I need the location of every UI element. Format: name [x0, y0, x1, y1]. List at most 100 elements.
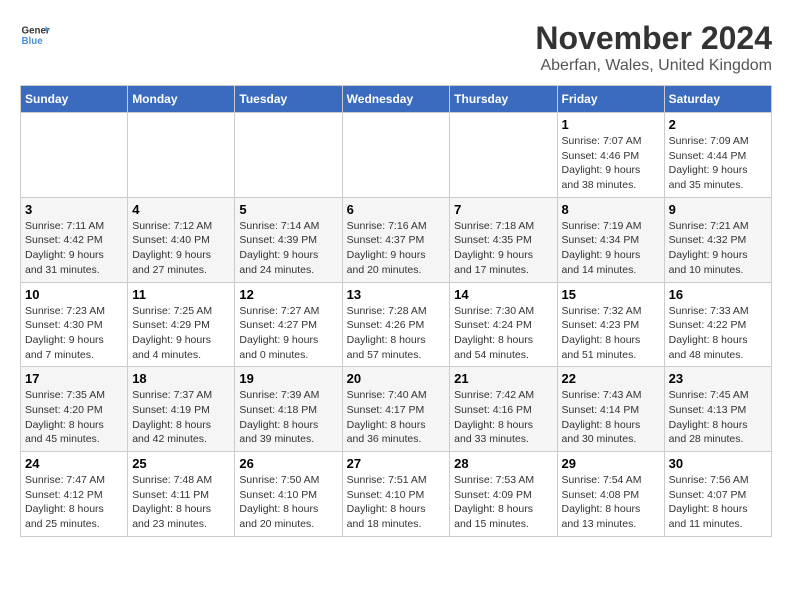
day-info: Sunrise: 7:48 AM Sunset: 4:11 PM Dayligh…	[132, 473, 230, 532]
week-row-3: 10Sunrise: 7:23 AM Sunset: 4:30 PM Dayli…	[21, 282, 772, 367]
day-cell: 12 Sunrise: 7:27 AM Sunset: 4:27 PM Dayli…	[235, 282, 342, 367]
day-info: Sunrise: 7:09 AM Sunset: 4:44 PM Dayligh…	[669, 134, 767, 193]
day-cell: 4Sunrise: 7:12 AM Sunset: 4:40 PM Daylig…	[128, 197, 235, 282]
weekday-header-tuesday: Tuesday	[235, 86, 342, 113]
day-cell	[128, 113, 235, 198]
day-number: 6	[347, 202, 446, 217]
page-header: General Blue November 2024 Aberfan, Wale…	[20, 20, 772, 75]
day-number: 8	[562, 202, 660, 217]
logo-icon: General Blue	[20, 20, 50, 50]
day-info: Sunrise: 7:51 AM Sunset: 4:10 PM Dayligh…	[347, 473, 446, 532]
day-cell	[342, 113, 450, 198]
week-row-4: 17 Sunrise: 7:35 AM Sunset: 4:20 PM Dayli…	[21, 367, 772, 452]
day-cell: 24Sunrise: 7:47 AM Sunset: 4:12 PM Dayli…	[21, 452, 128, 537]
day-info: Sunrise: 7:47 AM Sunset: 4:12 PM Dayligh…	[25, 473, 123, 532]
title-section: November 2024 Aberfan, Wales, United Kin…	[535, 20, 772, 75]
week-row-2: 3 Sunrise: 7:11 AM Sunset: 4:42 PM Daylig…	[21, 197, 772, 282]
day-cell: 29 Sunrise: 7:54 AM Sunset: 4:08 PM Dayli…	[557, 452, 664, 537]
day-cell: 20 Sunrise: 7:40 AM Sunset: 4:17 PM Dayli…	[342, 367, 450, 452]
day-cell: 17 Sunrise: 7:35 AM Sunset: 4:20 PM Dayli…	[21, 367, 128, 452]
day-cell: 21 Sunrise: 7:42 AM Sunset: 4:16 PM Dayli…	[450, 367, 557, 452]
day-cell: 1 Sunrise: 7:07 AM Sunset: 4:46 PM Daylig…	[557, 113, 664, 198]
day-number: 9	[669, 202, 767, 217]
day-cell: 5 Sunrise: 7:14 AM Sunset: 4:39 PM Daylig…	[235, 197, 342, 282]
day-cell	[21, 113, 128, 198]
day-cell: 30 Sunrise: 7:56 AM Sunset: 4:07 PM Dayli…	[664, 452, 771, 537]
day-number: 17	[25, 371, 123, 386]
day-number: 11	[132, 287, 230, 302]
day-info: Sunrise: 7:40 AM Sunset: 4:17 PM Dayligh…	[347, 388, 446, 447]
day-number: 5	[239, 202, 337, 217]
day-cell: 23Sunrise: 7:45 AM Sunset: 4:13 PM Dayli…	[664, 367, 771, 452]
logo: General Blue	[20, 20, 52, 50]
day-info: Sunrise: 7:35 AM Sunset: 4:20 PM Dayligh…	[25, 388, 123, 447]
day-number: 1	[562, 117, 660, 132]
weekday-header-thursday: Thursday	[450, 86, 557, 113]
day-cell: 11Sunrise: 7:25 AM Sunset: 4:29 PM Dayli…	[128, 282, 235, 367]
day-number: 22	[562, 371, 660, 386]
day-cell: 15 Sunrise: 7:32 AM Sunset: 4:23 PM Dayli…	[557, 282, 664, 367]
day-cell: 2 Sunrise: 7:09 AM Sunset: 4:44 PM Daylig…	[664, 113, 771, 198]
day-cell	[235, 113, 342, 198]
day-info: Sunrise: 7:45 AM Sunset: 4:13 PM Dayligh…	[669, 388, 767, 447]
day-cell: 3 Sunrise: 7:11 AM Sunset: 4:42 PM Daylig…	[21, 197, 128, 282]
day-info: Sunrise: 7:11 AM Sunset: 4:42 PM Dayligh…	[25, 219, 123, 278]
day-info: Sunrise: 7:28 AM Sunset: 4:26 PM Dayligh…	[347, 304, 446, 363]
svg-text:Blue: Blue	[22, 36, 44, 47]
day-number: 20	[347, 371, 446, 386]
day-number: 29	[562, 456, 660, 471]
day-info: Sunrise: 7:39 AM Sunset: 4:18 PM Dayligh…	[239, 388, 337, 447]
day-cell: 27 Sunrise: 7:51 AM Sunset: 4:10 PM Dayli…	[342, 452, 450, 537]
week-row-5: 24Sunrise: 7:47 AM Sunset: 4:12 PM Dayli…	[21, 452, 772, 537]
day-info: Sunrise: 7:32 AM Sunset: 4:23 PM Dayligh…	[562, 304, 660, 363]
weekday-header-sunday: Sunday	[21, 86, 128, 113]
day-number: 7	[454, 202, 552, 217]
day-cell: 25Sunrise: 7:48 AM Sunset: 4:11 PM Dayli…	[128, 452, 235, 537]
day-number: 12	[239, 287, 337, 302]
day-cell	[450, 113, 557, 198]
day-number: 4	[132, 202, 230, 217]
day-info: Sunrise: 7:33 AM Sunset: 4:22 PM Dayligh…	[669, 304, 767, 363]
weekday-header-saturday: Saturday	[664, 86, 771, 113]
day-info: Sunrise: 7:53 AM Sunset: 4:09 PM Dayligh…	[454, 473, 552, 532]
location-title: Aberfan, Wales, United Kingdom	[535, 57, 772, 75]
week-row-1: 1 Sunrise: 7:07 AM Sunset: 4:46 PM Daylig…	[21, 113, 772, 198]
day-info: Sunrise: 7:19 AM Sunset: 4:34 PM Dayligh…	[562, 219, 660, 278]
day-info: Sunrise: 7:56 AM Sunset: 4:07 PM Dayligh…	[669, 473, 767, 532]
day-info: Sunrise: 7:07 AM Sunset: 4:46 PM Dayligh…	[562, 134, 660, 193]
day-cell: 8 Sunrise: 7:19 AM Sunset: 4:34 PM Daylig…	[557, 197, 664, 282]
day-number: 21	[454, 371, 552, 386]
day-number: 2	[669, 117, 767, 132]
day-info: Sunrise: 7:27 AM Sunset: 4:27 PM Dayligh…	[239, 304, 337, 363]
day-cell: 13 Sunrise: 7:28 AM Sunset: 4:26 PM Dayli…	[342, 282, 450, 367]
day-cell: 19 Sunrise: 7:39 AM Sunset: 4:18 PM Dayli…	[235, 367, 342, 452]
weekday-header-wednesday: Wednesday	[342, 86, 450, 113]
day-cell: 18 Sunrise: 7:37 AM Sunset: 4:19 PM Dayli…	[128, 367, 235, 452]
day-number: 18	[132, 371, 230, 386]
calendar-table: SundayMondayTuesdayWednesdayThursdayFrid…	[20, 85, 772, 537]
day-cell: 14Sunrise: 7:30 AM Sunset: 4:24 PM Dayli…	[450, 282, 557, 367]
day-cell: 6Sunrise: 7:16 AM Sunset: 4:37 PM Daylig…	[342, 197, 450, 282]
weekday-header-monday: Monday	[128, 86, 235, 113]
day-number: 26	[239, 456, 337, 471]
day-number: 27	[347, 456, 446, 471]
month-title: November 2024	[535, 20, 772, 57]
day-info: Sunrise: 7:37 AM Sunset: 4:19 PM Dayligh…	[132, 388, 230, 447]
weekday-header-friday: Friday	[557, 86, 664, 113]
day-info: Sunrise: 7:42 AM Sunset: 4:16 PM Dayligh…	[454, 388, 552, 447]
day-number: 30	[669, 456, 767, 471]
day-cell: 26 Sunrise: 7:50 AM Sunset: 4:10 PM Dayli…	[235, 452, 342, 537]
day-number: 16	[669, 287, 767, 302]
day-info: Sunrise: 7:30 AM Sunset: 4:24 PM Dayligh…	[454, 304, 552, 363]
day-cell: 10Sunrise: 7:23 AM Sunset: 4:30 PM Dayli…	[21, 282, 128, 367]
day-info: Sunrise: 7:54 AM Sunset: 4:08 PM Dayligh…	[562, 473, 660, 532]
day-info: Sunrise: 7:14 AM Sunset: 4:39 PM Dayligh…	[239, 219, 337, 278]
day-info: Sunrise: 7:50 AM Sunset: 4:10 PM Dayligh…	[239, 473, 337, 532]
weekday-header-row: SundayMondayTuesdayWednesdayThursdayFrid…	[21, 86, 772, 113]
day-number: 3	[25, 202, 123, 217]
day-number: 15	[562, 287, 660, 302]
day-number: 13	[347, 287, 446, 302]
day-number: 19	[239, 371, 337, 386]
day-info: Sunrise: 7:18 AM Sunset: 4:35 PM Dayligh…	[454, 219, 552, 278]
day-info: Sunrise: 7:43 AM Sunset: 4:14 PM Dayligh…	[562, 388, 660, 447]
